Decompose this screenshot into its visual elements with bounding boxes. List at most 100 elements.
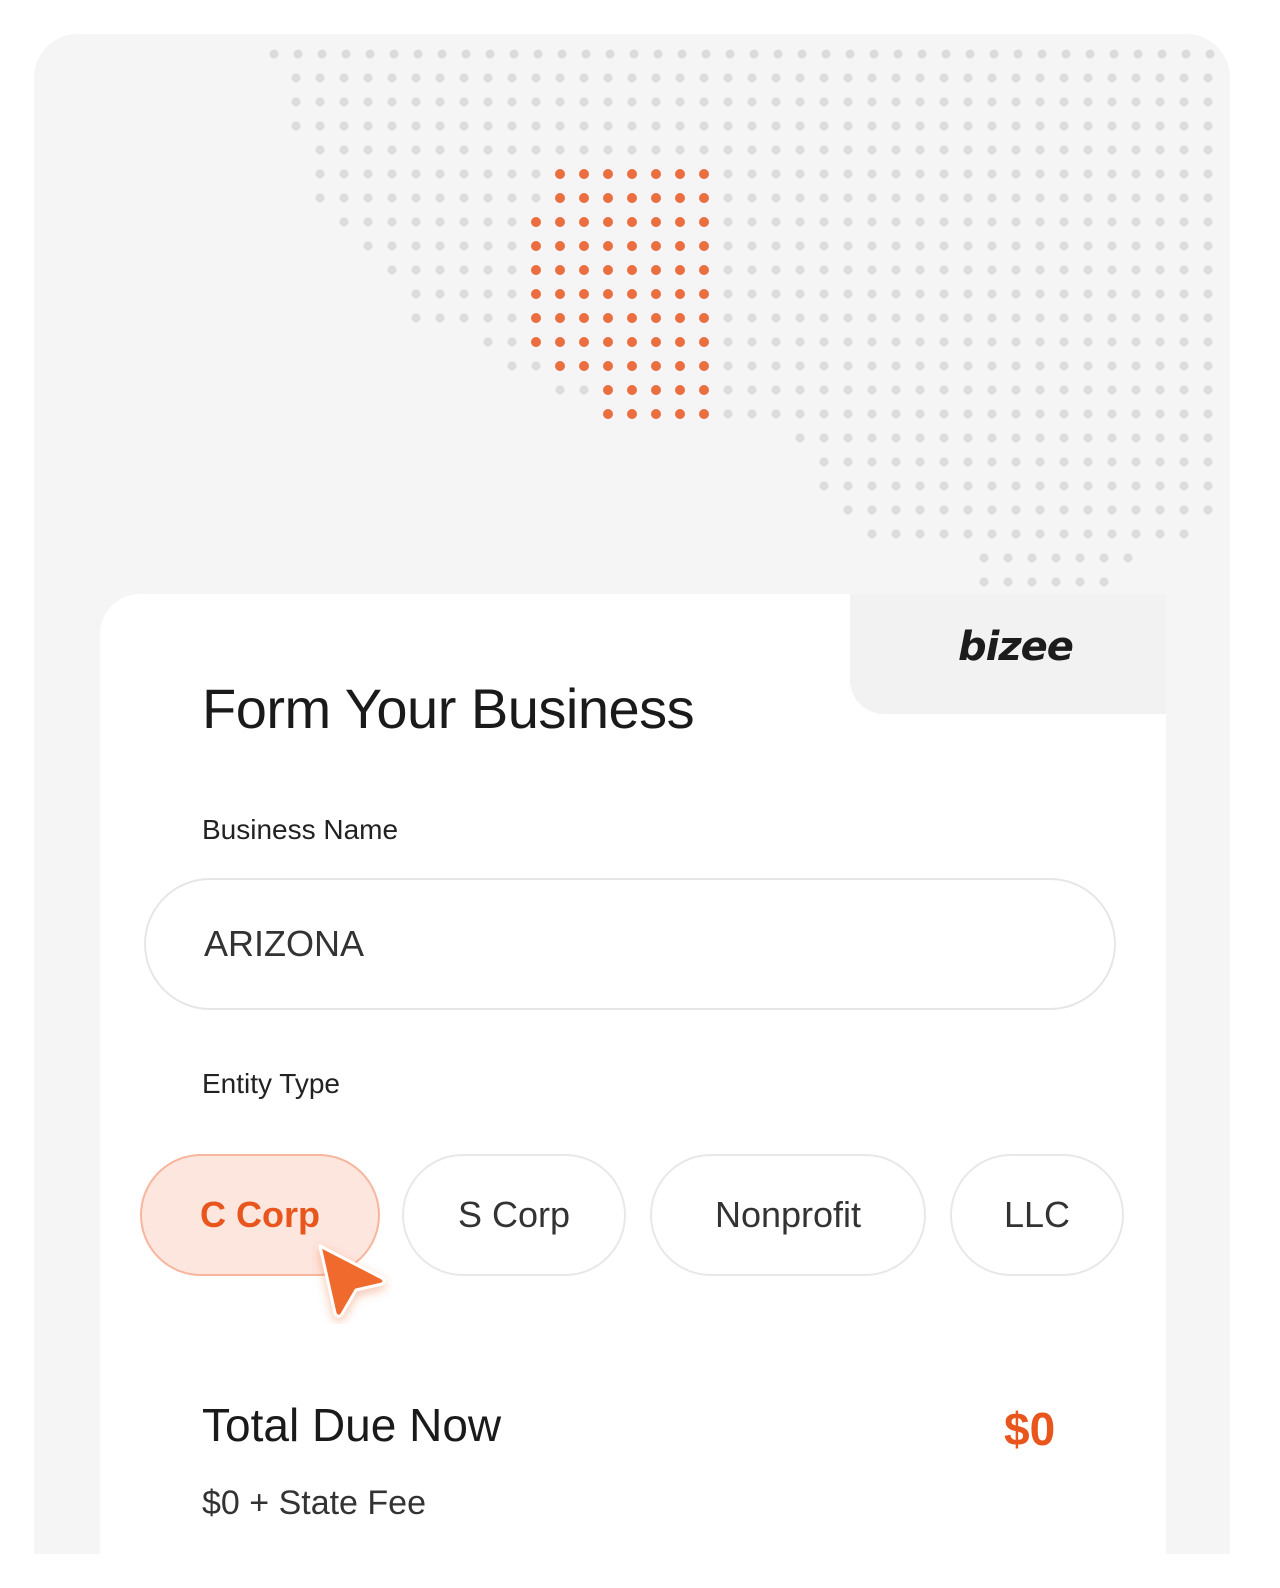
map-dot-highlight [699, 385, 709, 395]
map-dot-highlight [603, 385, 613, 395]
map-dot [963, 169, 973, 179]
map-dot [1203, 193, 1213, 203]
map-dot [1107, 169, 1117, 179]
map-dot-highlight [627, 241, 637, 251]
map-dot [987, 121, 997, 131]
map-dot [1205, 49, 1215, 59]
map-dot [339, 169, 349, 179]
map-dot [843, 457, 853, 467]
entity-type-label: Entity Type [202, 1068, 341, 1099]
map-dot [843, 409, 853, 419]
entity-option-nonprofit[interactable]: Nonprofit [650, 1154, 926, 1276]
map-dot [939, 337, 949, 347]
map-dot [891, 217, 901, 227]
map-dot [1203, 505, 1213, 515]
map-dot [675, 73, 685, 83]
map-dot-highlight [627, 193, 637, 203]
map-dot [845, 49, 855, 59]
map-dot [1011, 97, 1021, 107]
map-dot [1083, 241, 1093, 251]
map-dot [627, 73, 637, 83]
map-dot [651, 121, 661, 131]
map-dot [675, 121, 685, 131]
map-dot [987, 169, 997, 179]
map-dot [987, 313, 997, 323]
map-dot [459, 241, 469, 251]
map-dot-highlight [555, 169, 565, 179]
map-dot [723, 121, 733, 131]
map-dot [363, 97, 373, 107]
map-dot [843, 265, 853, 275]
map-dot [891, 481, 901, 491]
map-dot [339, 145, 349, 155]
map-dot [819, 481, 829, 491]
map-dot [1059, 337, 1069, 347]
map-dot [1107, 217, 1117, 227]
map-dot [843, 169, 853, 179]
map-dot [699, 97, 709, 107]
map-dot [843, 241, 853, 251]
map-dot [1011, 313, 1021, 323]
map-dot [1179, 457, 1189, 467]
map-dot [1011, 121, 1021, 131]
map-dot [1155, 313, 1165, 323]
map-dot [819, 121, 829, 131]
map-dot [411, 169, 421, 179]
map-dot [483, 217, 493, 227]
map-dot [771, 361, 781, 371]
map-dot [435, 217, 445, 227]
map-dot [1179, 145, 1189, 155]
map-dot [987, 529, 997, 539]
map-dot [843, 121, 853, 131]
map-dot-highlight [699, 193, 709, 203]
map-dot [699, 73, 709, 83]
map-dot [1059, 361, 1069, 371]
entity-option-llc[interactable]: LLC [950, 1154, 1124, 1276]
map-dot-highlight [627, 409, 637, 419]
map-dot [1107, 385, 1117, 395]
map-dot [843, 289, 853, 299]
map-dot [771, 193, 781, 203]
entity-option-s-corp[interactable]: S Corp [402, 1154, 626, 1276]
map-dot [1107, 265, 1117, 275]
map-dot-highlight [699, 217, 709, 227]
map-dot [293, 49, 303, 59]
map-dot [771, 169, 781, 179]
map-dot [387, 121, 397, 131]
map-dot [1181, 49, 1191, 59]
business-name-input[interactable] [144, 878, 1116, 1010]
map-dot [1155, 529, 1165, 539]
map-dot [677, 49, 687, 59]
map-dot [915, 313, 925, 323]
map-dot-highlight [579, 169, 589, 179]
map-dot [1059, 289, 1069, 299]
map-dot-highlight [603, 217, 613, 227]
map-dot [747, 265, 757, 275]
map-dot [315, 145, 325, 155]
map-dot [917, 49, 927, 59]
map-dot [867, 241, 877, 251]
map-dot [1179, 313, 1189, 323]
map-dot [627, 121, 637, 131]
map-dot [1059, 145, 1069, 155]
map-dot [723, 337, 733, 347]
map-dot [819, 337, 829, 347]
map-dot-highlight [651, 217, 661, 227]
map-dot [891, 409, 901, 419]
map-dot [1003, 553, 1013, 563]
map-dot [723, 361, 733, 371]
map-dot [771, 337, 781, 347]
map-dot [483, 289, 493, 299]
map-dot-highlight [675, 337, 685, 347]
map-dot [771, 385, 781, 395]
map-dot [363, 121, 373, 131]
map-dot [1179, 361, 1189, 371]
map-dot [963, 313, 973, 323]
map-dot [675, 97, 685, 107]
map-dot [651, 145, 661, 155]
map-dot [459, 169, 469, 179]
map-dot [1075, 577, 1085, 587]
map-dot [339, 121, 349, 131]
map-dot [627, 145, 637, 155]
map-dot [843, 505, 853, 515]
